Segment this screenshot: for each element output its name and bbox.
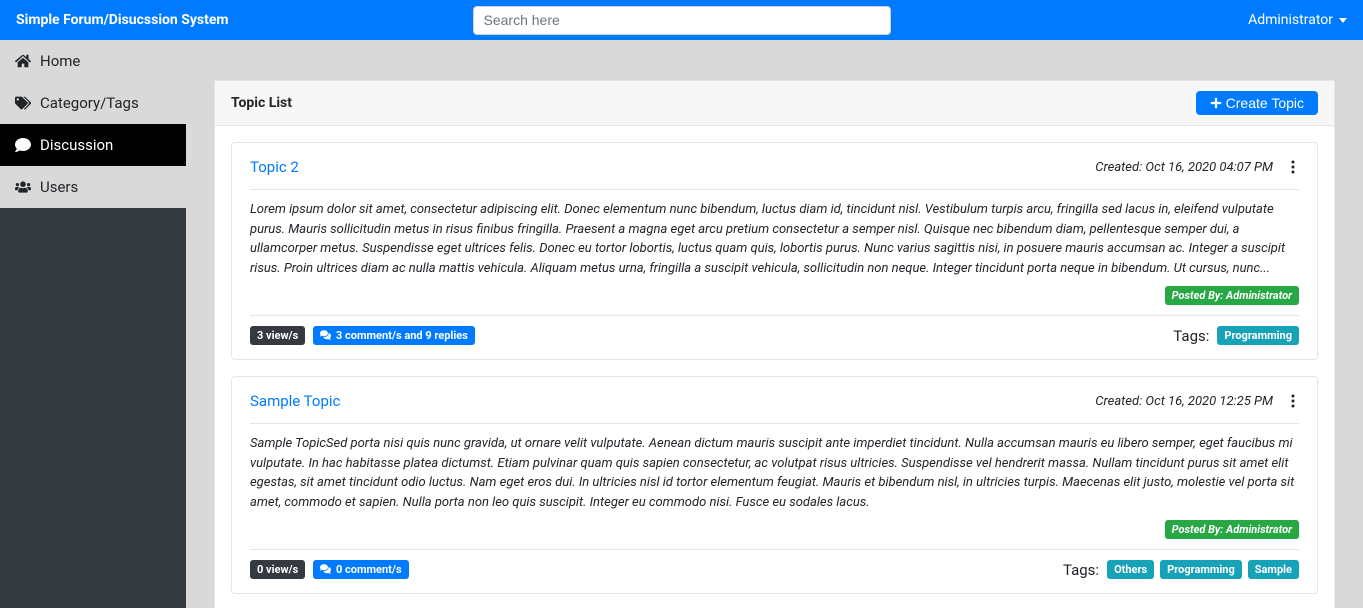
- tag-badge[interactable]: Programming: [1217, 326, 1299, 345]
- divider: [250, 549, 1299, 550]
- caret-down-icon: [1339, 18, 1347, 23]
- tag-list: Programming: [1217, 326, 1299, 345]
- foot-left: 3 view/s 3 comment/s and 9 replies: [250, 326, 475, 345]
- topic-excerpt: Sample TopicSed porta nisi quis nunc gra…: [250, 434, 1299, 512]
- panel-header: Topic List Create Topic: [215, 81, 1334, 126]
- comment-icon: [14, 137, 32, 153]
- topic-card: Sample Topic Created: Oct 16, 2020 12:25…: [231, 376, 1318, 594]
- topic-foot: 3 view/s 3 comment/s and 9 replies Tags:…: [250, 326, 1299, 345]
- foot-left: 0 view/s 0 comment/s: [250, 560, 409, 579]
- topic-card: Topic 2 Created: Oct 16, 2020 04:07 PM L…: [231, 142, 1318, 360]
- users-icon: [14, 179, 32, 195]
- topic-head-right: Created: Oct 16, 2020 12:25 PM: [1095, 391, 1299, 411]
- tags-label: Tags:: [1173, 327, 1209, 345]
- search-input[interactable]: [473, 6, 891, 35]
- home-icon: [14, 53, 32, 69]
- main-content: Topic List Create Topic Topic 2 Created:…: [186, 40, 1363, 608]
- search-container: [473, 6, 891, 35]
- views-badge: 0 view/s: [250, 560, 305, 579]
- divider: [250, 423, 1299, 424]
- topic-title-link[interactable]: Topic 2: [250, 158, 299, 176]
- sidebar-item-discussion[interactable]: Discussion: [0, 124, 186, 166]
- topic-menu-button[interactable]: [1287, 157, 1299, 177]
- topic-excerpt: Lorem ipsum dolor sit amet, consectetur …: [250, 200, 1299, 278]
- comments-label: 3 comment/s and 9 replies: [336, 329, 468, 342]
- divider: [250, 315, 1299, 316]
- topic-title-link[interactable]: Sample Topic: [250, 392, 340, 410]
- created-label: Created: Oct 16, 2020 12:25 PM: [1095, 394, 1273, 409]
- top-bar: Simple Forum/Disucssion System Administr…: [0, 0, 1363, 40]
- sidebar-item-label: Users: [40, 178, 78, 196]
- tag-badge[interactable]: Sample: [1248, 560, 1299, 579]
- create-topic-button[interactable]: Create Topic: [1196, 91, 1318, 115]
- posted-by-badge: Posted By: Administrator: [1165, 286, 1299, 305]
- topic-panel: Topic List Create Topic Topic 2 Created:…: [214, 80, 1335, 608]
- divider: [250, 189, 1299, 190]
- tags-icon: [14, 95, 32, 111]
- comments-icon: [320, 563, 331, 574]
- tags-label: Tags:: [1063, 561, 1099, 579]
- sidebar: Home Category/Tags Discussion Users: [0, 40, 186, 608]
- tag-badge[interactable]: Others: [1107, 560, 1154, 579]
- created-label: Created: Oct 16, 2020 04:07 PM: [1095, 160, 1273, 175]
- sidebar-item-label: Home: [40, 52, 80, 70]
- sidebar-item-label: Category/Tags: [40, 94, 139, 112]
- user-menu[interactable]: Administrator: [1248, 12, 1347, 28]
- topic-foot: 0 view/s 0 comment/s Tags: Others Progra…: [250, 560, 1299, 579]
- sidebar-item-home[interactable]: Home: [0, 40, 186, 82]
- posted-by-wrap: Posted By: Administrator: [250, 520, 1299, 539]
- views-badge: 3 view/s: [250, 326, 305, 345]
- tag-badge[interactable]: Programming: [1160, 560, 1242, 579]
- plus-icon: [1210, 97, 1222, 109]
- layout: Home Category/Tags Discussion Users Topi…: [0, 40, 1363, 608]
- comments-label: 0 comment/s: [336, 563, 402, 576]
- sidebar-item-users[interactable]: Users: [0, 166, 186, 208]
- ellipsis-v-icon: [1291, 393, 1295, 409]
- sidebar-item-label: Discussion: [40, 136, 113, 154]
- create-topic-label: Create Topic: [1226, 95, 1304, 111]
- topic-head: Sample Topic Created: Oct 16, 2020 12:25…: [250, 391, 1299, 411]
- sidebar-item-category[interactable]: Category/Tags: [0, 82, 186, 124]
- comments-icon: [320, 329, 331, 340]
- foot-right: Tags: Others Programming Sample: [1063, 560, 1299, 579]
- topic-head-right: Created: Oct 16, 2020 04:07 PM: [1095, 157, 1299, 177]
- foot-right: Tags: Programming: [1173, 326, 1299, 345]
- panel-title: Topic List: [231, 95, 292, 111]
- topic-menu-button[interactable]: [1287, 391, 1299, 411]
- ellipsis-v-icon: [1291, 159, 1295, 175]
- posted-by-badge: Posted By: Administrator: [1165, 520, 1299, 539]
- tag-list: Others Programming Sample: [1107, 560, 1299, 579]
- posted-by-wrap: Posted By: Administrator: [250, 286, 1299, 305]
- brand-title: Simple Forum/Disucssion System: [16, 12, 229, 28]
- comments-badge: 3 comment/s and 9 replies: [313, 326, 475, 345]
- topic-head: Topic 2 Created: Oct 16, 2020 04:07 PM: [250, 157, 1299, 177]
- user-label: Administrator: [1248, 12, 1333, 28]
- comments-badge: 0 comment/s: [313, 560, 408, 579]
